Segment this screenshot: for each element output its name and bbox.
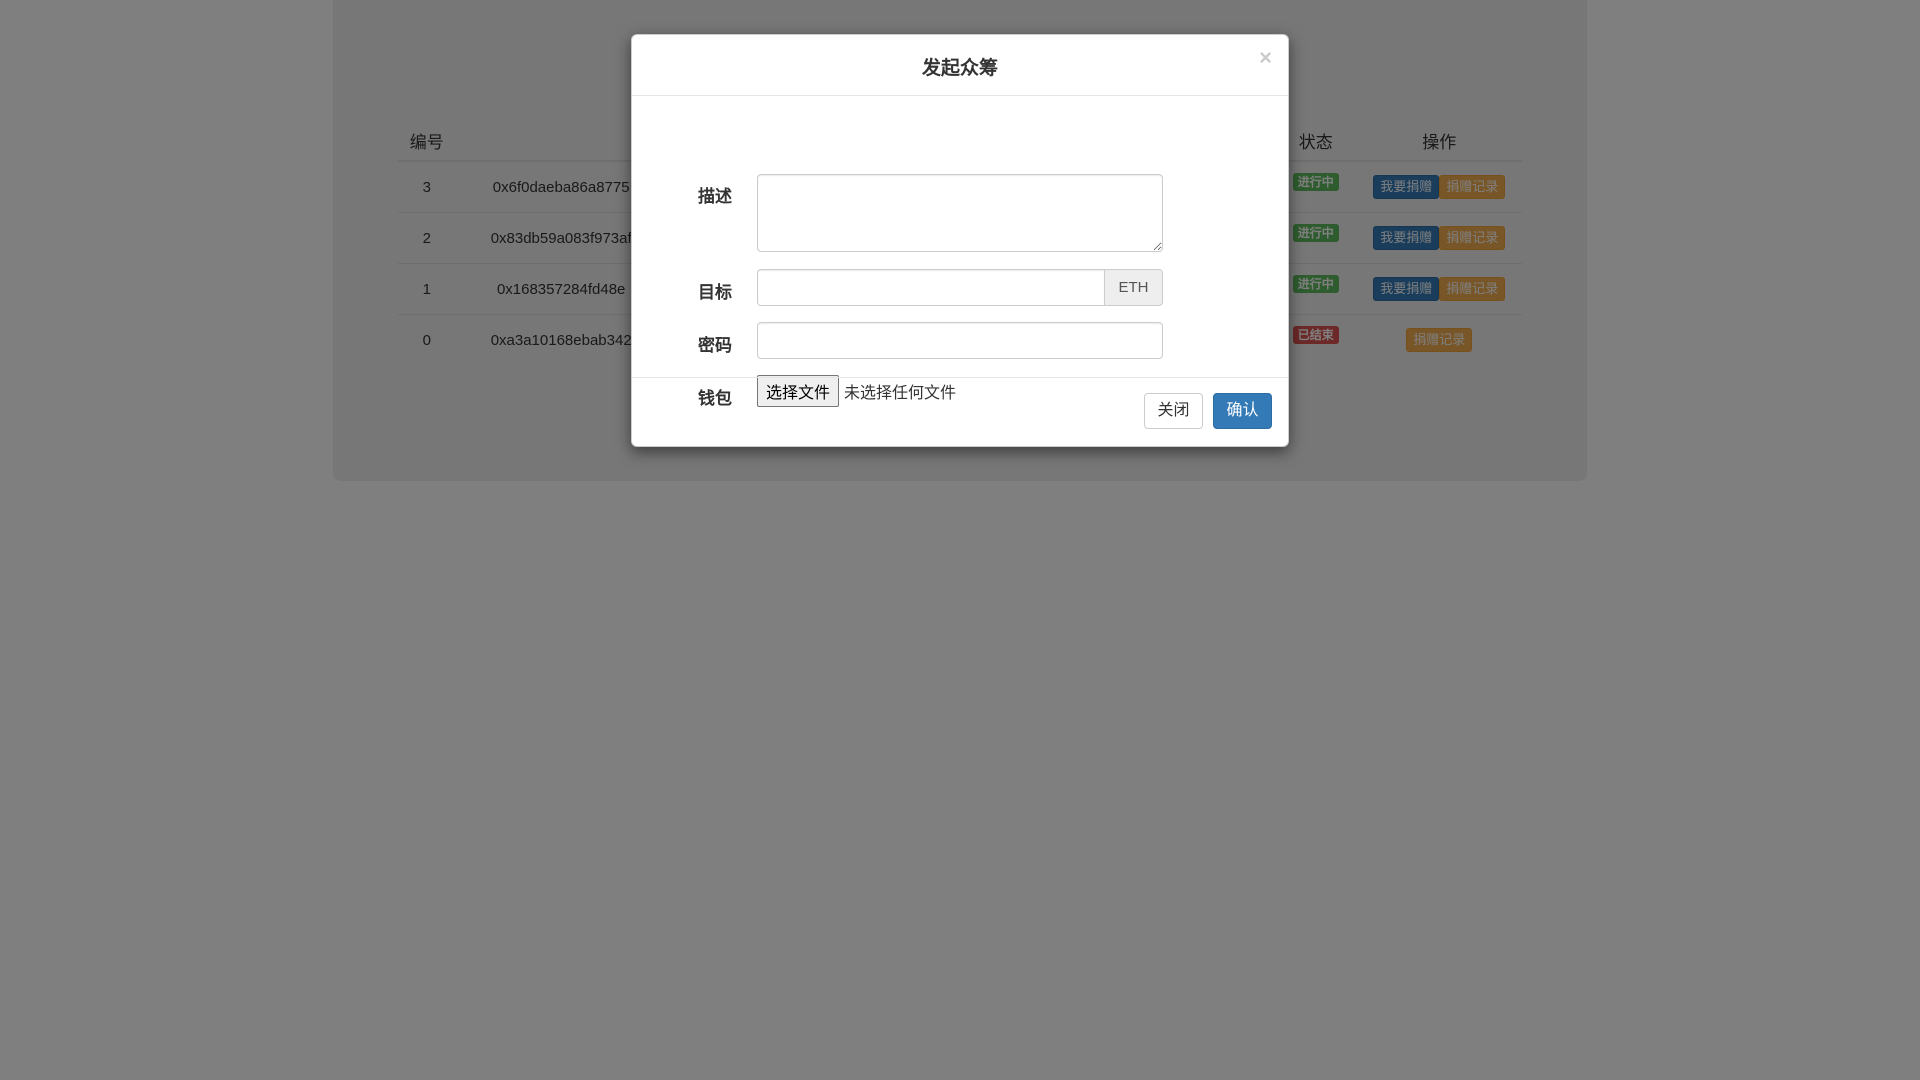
modal-footer: 关闭 确认	[632, 377, 1288, 446]
close-button[interactable]: 关闭	[1144, 393, 1203, 429]
description-label: 描述	[698, 187, 732, 206]
create-crowdfunding-modal: 发起众筹 × 描述 目标 ETH 密码 钱包 选择文件 未选择任何文件 关闭 确…	[631, 34, 1289, 447]
close-icon[interactable]: ×	[1259, 47, 1272, 69]
target-input[interactable]	[757, 269, 1104, 306]
target-input-group: ETH	[757, 269, 1163, 306]
description-textarea[interactable]	[757, 174, 1163, 252]
confirm-button[interactable]: 确认	[1213, 393, 1272, 429]
modal-body: 描述 目标 ETH 密码 钱包 选择文件 未选择任何文件	[632, 96, 1288, 408]
target-label: 目标	[698, 283, 732, 302]
password-input[interactable]	[757, 322, 1163, 359]
password-label: 密码	[698, 336, 732, 355]
modal-title: 发起众筹	[921, 58, 998, 79]
modal-header: 发起众筹 ×	[632, 35, 1288, 96]
page: 编号 状态 操作 3 0x6f0daeba86a8775 进行中 我要捐赠捐赠记…	[0, 0, 1920, 1080]
eth-unit-addon: ETH	[1104, 269, 1163, 306]
